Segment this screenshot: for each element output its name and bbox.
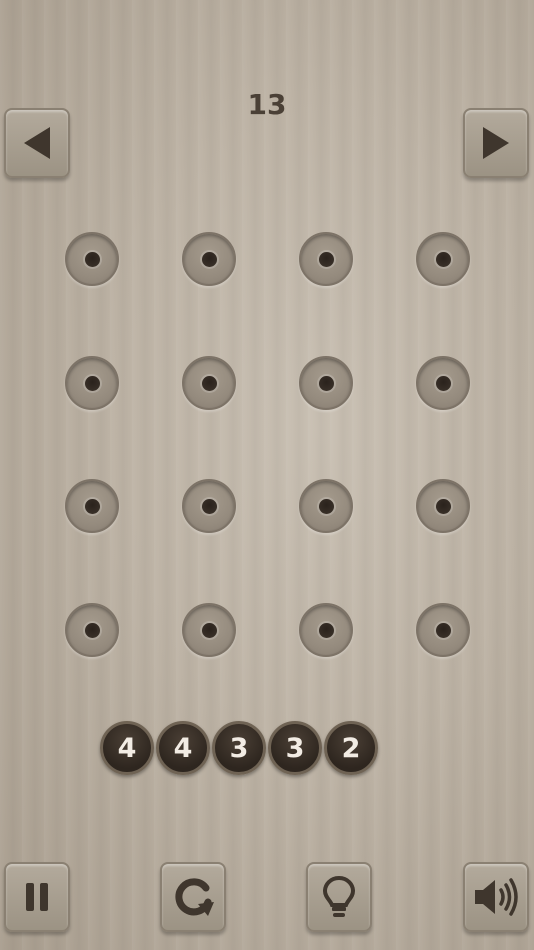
piece-tile[interactable]: 3: [212, 721, 266, 775]
pause-button[interactable]: [4, 862, 70, 932]
peg-slot[interactable]: [65, 603, 119, 657]
peg-hole: [201, 251, 217, 267]
peg-slot[interactable]: [299, 232, 353, 286]
lightbulb-icon: [322, 875, 356, 917]
previous-level-button[interactable]: [4, 108, 70, 178]
peg-hole: [201, 622, 217, 638]
peg-hole: [201, 498, 217, 514]
triangle-left-icon: [24, 127, 50, 159]
peg-hole: [201, 375, 217, 391]
peg-hole: [84, 622, 100, 638]
sound-button[interactable]: [463, 862, 529, 932]
next-level-button[interactable]: [463, 108, 529, 178]
peg-hole: [84, 375, 100, 391]
level-number: 13: [247, 88, 287, 121]
piece-tile[interactable]: 4: [100, 721, 154, 775]
peg-hole: [318, 375, 334, 391]
hint-button[interactable]: [306, 862, 372, 932]
peg-hole: [435, 498, 451, 514]
game-board: 13 4 4 3 3 2: [0, 0, 534, 950]
piece-tile[interactable]: 3: [268, 721, 322, 775]
peg-slot[interactable]: [416, 479, 470, 533]
piece-tile[interactable]: 4: [156, 721, 210, 775]
peg-slot[interactable]: [416, 356, 470, 410]
peg-hole: [318, 251, 334, 267]
peg-hole: [318, 622, 334, 638]
peg-slot[interactable]: [416, 603, 470, 657]
peg-slot[interactable]: [182, 356, 236, 410]
peg-hole: [84, 498, 100, 514]
peg-slot[interactable]: [299, 479, 353, 533]
peg-slot[interactable]: [65, 232, 119, 286]
peg-hole: [84, 251, 100, 267]
triangle-right-icon: [483, 127, 509, 159]
peg-hole: [435, 622, 451, 638]
peg-slot[interactable]: [299, 356, 353, 410]
peg-slot[interactable]: [65, 479, 119, 533]
restart-icon: [175, 878, 214, 916]
peg-slot[interactable]: [65, 356, 119, 410]
peg-slot[interactable]: [416, 232, 470, 286]
peg-slot[interactable]: [299, 603, 353, 657]
peg-hole: [318, 498, 334, 514]
peg-hole: [435, 375, 451, 391]
restart-button[interactable]: [160, 862, 226, 932]
peg-slot[interactable]: [182, 603, 236, 657]
speaker-icon: [475, 878, 518, 916]
peg-slot[interactable]: [182, 479, 236, 533]
piece-tile[interactable]: 2: [324, 721, 378, 775]
peg-hole: [435, 251, 451, 267]
peg-slot[interactable]: [182, 232, 236, 286]
pause-icon: [26, 883, 48, 911]
